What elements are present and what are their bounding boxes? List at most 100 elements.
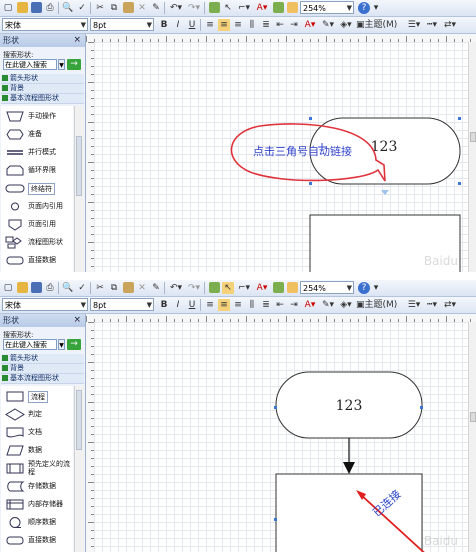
connection-point-icon[interactable] <box>286 2 298 14</box>
scrollbar-thumb[interactable] <box>470 132 476 142</box>
justify-icon[interactable]: ≣ <box>260 19 272 31</box>
italic-button[interactable]: I <box>172 299 184 311</box>
stencil-shape-item[interactable]: 内部存储器 <box>3 496 73 513</box>
spelling-icon[interactable]: ✓ <box>76 2 88 14</box>
stencil-shape-item[interactable]: 直接数据 <box>3 252 73 269</box>
new-document-icon[interactable]: ▢ <box>2 2 14 14</box>
copy-icon[interactable]: ⧉ <box>108 282 120 294</box>
align-center-icon[interactable]: ≡ <box>218 19 230 31</box>
format-painter-icon[interactable]: ✎ <box>150 282 162 294</box>
redo-icon[interactable]: ↷▾ <box>186 282 202 294</box>
paste-icon[interactable] <box>122 282 134 294</box>
underline-button[interactable]: U <box>186 299 198 311</box>
connector-tool-icon[interactable]: ⌐▾ <box>236 282 252 294</box>
connector-tool-icon[interactable]: ⌐▾ <box>236 2 252 14</box>
open-folder-icon[interactable] <box>16 2 28 14</box>
search-go-button[interactable]: → <box>67 339 81 350</box>
search-input[interactable]: 在此键入搜索 <box>3 339 57 350</box>
stencil-arrow-shapes[interactable]: 箭头形状 <box>1 74 84 84</box>
help-icon[interactable]: ? <box>358 282 370 294</box>
stencil-shape-item[interactable]: 顺序数据 <box>3 514 73 531</box>
decrease-indent-icon[interactable]: ⇤ <box>274 299 286 311</box>
stencil-shape-item[interactable]: 流程 <box>3 388 73 405</box>
canvas-vertical-scrollbar[interactable] <box>468 322 476 552</box>
undo-icon[interactable]: ↶▾ <box>168 282 184 294</box>
close-icon[interactable]: × <box>73 314 81 327</box>
connection-point[interactable] <box>274 518 277 521</box>
stencil-basic-flowchart[interactable]: 基本流程图形状 <box>1 374 84 384</box>
shape-list-scrollbar[interactable] <box>74 106 84 272</box>
save-icon[interactable] <box>30 2 42 14</box>
align-left-icon[interactable]: ≡ <box>204 299 216 311</box>
drawing-canvas[interactable]: 123 已连接 Baidu <box>94 322 468 552</box>
theme-button[interactable]: ▣主题(M) <box>356 299 404 311</box>
font-name-select[interactable]: 宋体 ▼ <box>2 18 88 31</box>
font-size-select[interactable]: 8pt ▼ <box>90 18 154 31</box>
shapes-window-icon[interactable] <box>208 282 220 294</box>
underline-button[interactable]: U <box>186 19 198 31</box>
line-weight-icon[interactable]: ☰▾ <box>406 299 422 311</box>
font-name-select[interactable]: 宋体 ▼ <box>2 298 88 311</box>
selection-handle[interactable] <box>309 182 312 185</box>
print-icon[interactable]: ⎙ <box>44 282 56 294</box>
drawing-canvas[interactable]: 123 点击三角号自动链接 Baidu <box>94 42 468 272</box>
stencil-shape-item[interactable]: 准备 <box>3 126 73 143</box>
close-icon[interactable]: × <box>73 34 81 47</box>
fill-color-icon[interactable]: ◈▾ <box>338 19 354 31</box>
zoom-select[interactable]: 254% ▼ <box>300 1 354 14</box>
line-color-icon[interactable]: ✎▾ <box>320 19 336 31</box>
line-pattern-icon[interactable]: ┅▾ <box>424 19 440 31</box>
undo-icon[interactable]: ↶▾ <box>168 2 184 14</box>
selection-handle[interactable] <box>458 117 461 120</box>
search-go-button[interactable]: → <box>67 59 81 70</box>
search-dropdown-icon[interactable]: ▼ <box>58 59 65 70</box>
shape-list-scrollbar[interactable] <box>74 386 84 552</box>
delete-icon[interactable]: ✕ <box>136 282 148 294</box>
stencil-shape-item[interactable]: 存储数据 <box>3 478 73 495</box>
stencil-arrow-shapes[interactable]: 箭头形状 <box>1 354 84 364</box>
selection-handle[interactable] <box>309 117 312 120</box>
search-input[interactable]: 在此键入搜索 <box>3 59 57 70</box>
line-color-icon[interactable]: ✎▾ <box>320 299 336 311</box>
justify-icon[interactable]: ≣ <box>260 299 272 311</box>
align-right-icon[interactable]: ≡ <box>232 19 244 31</box>
shapes-window-icon[interactable] <box>208 2 220 14</box>
bold-button[interactable]: B <box>158 19 170 31</box>
stencil-shape-item[interactable]: 手动操作 <box>3 108 73 125</box>
stencil-basic-flowchart[interactable]: 基本流程图形状 <box>1 94 84 104</box>
search-dropdown-icon[interactable]: ▼ <box>58 339 65 350</box>
toolbar-options-icon[interactable]: ▾ <box>372 282 380 294</box>
process-shape[interactable] <box>275 473 423 552</box>
stencil-shape-item[interactable]: 流程图形状 <box>3 234 73 251</box>
bold-button[interactable]: B <box>158 299 170 311</box>
line-weight-icon[interactable]: ☰▾ <box>406 19 422 31</box>
distribute-icon[interactable]: ⫼ <box>246 299 258 311</box>
stencil-backgrounds[interactable]: 背景 <box>1 364 84 374</box>
stencil-shape-item[interactable]: 数据 <box>3 442 73 459</box>
scrollbar-thumb[interactable] <box>76 136 82 196</box>
cut-icon[interactable]: ✂ <box>94 2 106 14</box>
line-pattern-icon[interactable]: ┅▾ <box>424 299 440 311</box>
autoconnect-arrow-icon[interactable] <box>381 190 389 195</box>
stencil-shape-item[interactable]: 直接数据 <box>3 532 73 549</box>
stencil-shape-item[interactable]: 文档 <box>3 424 73 441</box>
text-tool-icon[interactable]: A▾ <box>254 282 270 294</box>
pointer-tool-icon[interactable]: ↖ <box>222 2 234 14</box>
toolbar-options-icon[interactable]: ▾ <box>372 2 380 14</box>
open-folder-icon[interactable] <box>16 282 28 294</box>
stencil-shape-item[interactable]: 终结符 <box>3 180 73 197</box>
align-right-icon[interactable]: ≡ <box>232 299 244 311</box>
delete-icon[interactable]: ✕ <box>136 2 148 14</box>
print-preview-icon[interactable]: 🔍 <box>62 2 74 14</box>
align-center-icon[interactable]: ≡ <box>218 299 230 311</box>
stencil-shape-item[interactable]: 预先定义的流程 <box>3 460 73 477</box>
save-icon[interactable] <box>30 282 42 294</box>
scrollbar-thumb[interactable] <box>470 412 476 422</box>
drawing-tools-icon[interactable] <box>272 2 284 14</box>
format-painter-icon[interactable]: ✎ <box>150 2 162 14</box>
pointer-tool-icon[interactable]: ↖ <box>222 282 234 294</box>
text-tool-icon[interactable]: A▾ <box>254 2 270 14</box>
increase-indent-icon[interactable]: ⇥ <box>288 299 300 311</box>
new-document-icon[interactable]: ▢ <box>2 282 14 294</box>
selection-handle[interactable] <box>458 182 461 185</box>
